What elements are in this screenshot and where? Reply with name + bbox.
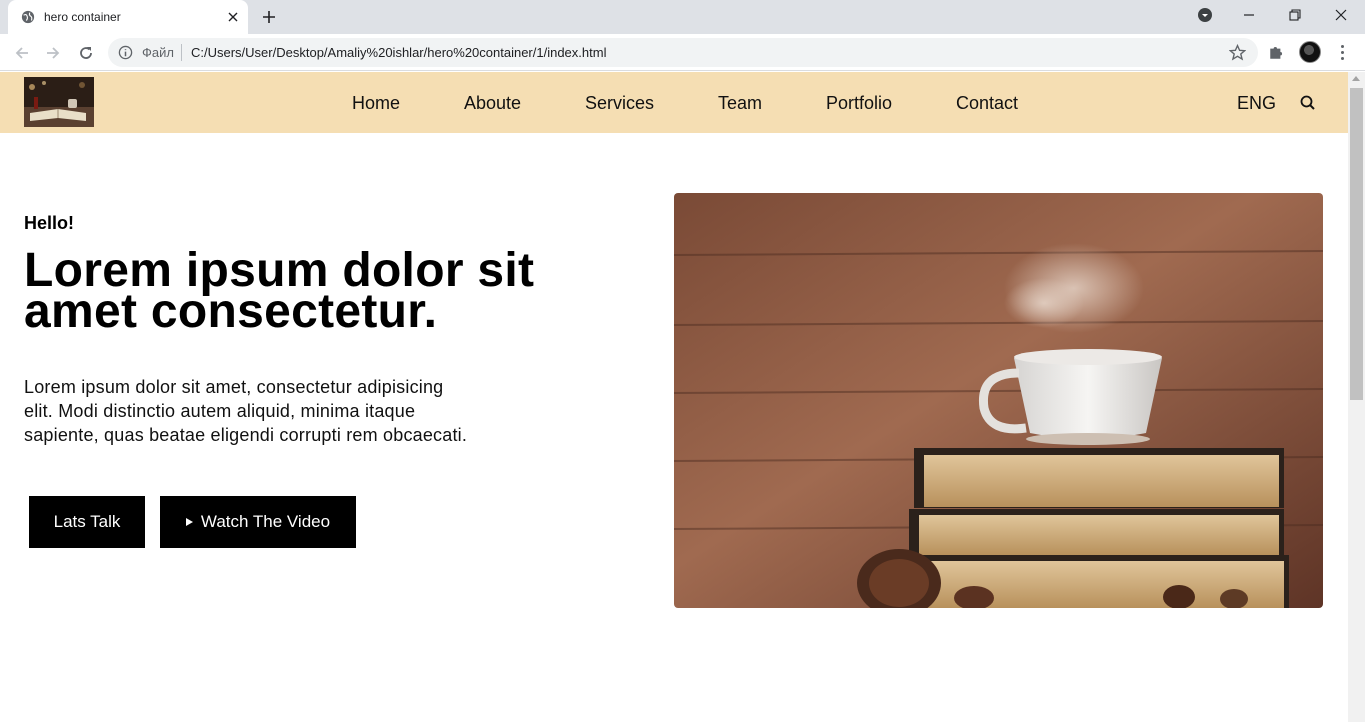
browser-menu-icon[interactable] [1334, 43, 1350, 61]
site-header: Home Aboute Services Team Portfolio Cont… [0, 72, 1348, 133]
hero-greeting: Hello! [24, 213, 75, 233]
back-arrow-icon[interactable] [12, 43, 32, 63]
address-separator [181, 44, 182, 61]
lets-talk-label: Lats Talk [53, 512, 121, 531]
browser-toolbar: Файл C:/Users/User/Desktop/Amaliy%20ishl… [0, 34, 1365, 71]
watch-video-button[interactable]: Watch The Video [160, 496, 356, 548]
nav-portfolio[interactable]: Portfolio [826, 93, 892, 114]
nav-services[interactable]: Services [585, 93, 654, 114]
site-logo[interactable] [24, 77, 94, 127]
scroll-thumb[interactable] [1350, 88, 1363, 400]
page-viewport: Home Aboute Services Team Portfolio Cont… [0, 72, 1348, 722]
address-bar[interactable]: Файл C:/Users/User/Desktop/Amaliy%20ishl… [108, 38, 1258, 67]
hero-image [674, 193, 1323, 608]
reload-icon[interactable] [76, 43, 96, 63]
hero-description: Lorem ipsum dolor sit amet, consectetur … [24, 377, 468, 445]
tab-title: hero container [44, 10, 121, 24]
scroll-up-icon[interactable] [1352, 76, 1360, 81]
address-scheme-label: Файл [142, 45, 174, 60]
tab-search-icon[interactable] [1182, 0, 1228, 30]
profile-avatar[interactable] [1299, 41, 1321, 63]
browser-tab[interactable]: hero container [8, 0, 248, 34]
address-url[interactable]: C:/Users/User/Desktop/Amaliy%20ishlar/he… [191, 45, 606, 60]
watch-video-label: Watch The Video [200, 512, 331, 531]
forward-arrow-icon[interactable] [43, 43, 63, 63]
restore-icon[interactable] [1272, 0, 1318, 30]
page-scrollbar[interactable] [1348, 72, 1365, 722]
globe-icon [21, 10, 35, 24]
nav-contact[interactable]: Contact [956, 93, 1018, 114]
close-window-icon[interactable] [1318, 0, 1364, 30]
puzzle-icon[interactable] [1268, 43, 1286, 61]
lets-talk-button[interactable]: Lats Talk [29, 496, 145, 548]
nav-about[interactable]: Aboute [464, 93, 521, 114]
hero-title: Lorem ipsum dolor sit amet consectetur. [24, 244, 535, 338]
language-switch[interactable]: ENG [1237, 93, 1276, 114]
nav-home[interactable]: Home [352, 93, 400, 114]
star-icon[interactable] [1229, 44, 1246, 61]
new-tab-icon[interactable] [259, 7, 279, 27]
minimize-icon[interactable] [1226, 0, 1272, 30]
info-icon[interactable] [118, 45, 133, 60]
play-icon [185, 518, 193, 526]
close-tab-icon[interactable] [225, 9, 241, 25]
search-icon[interactable] [1299, 94, 1317, 112]
nav-team[interactable]: Team [718, 93, 762, 114]
browser-tabstrip: hero container [0, 0, 1365, 34]
